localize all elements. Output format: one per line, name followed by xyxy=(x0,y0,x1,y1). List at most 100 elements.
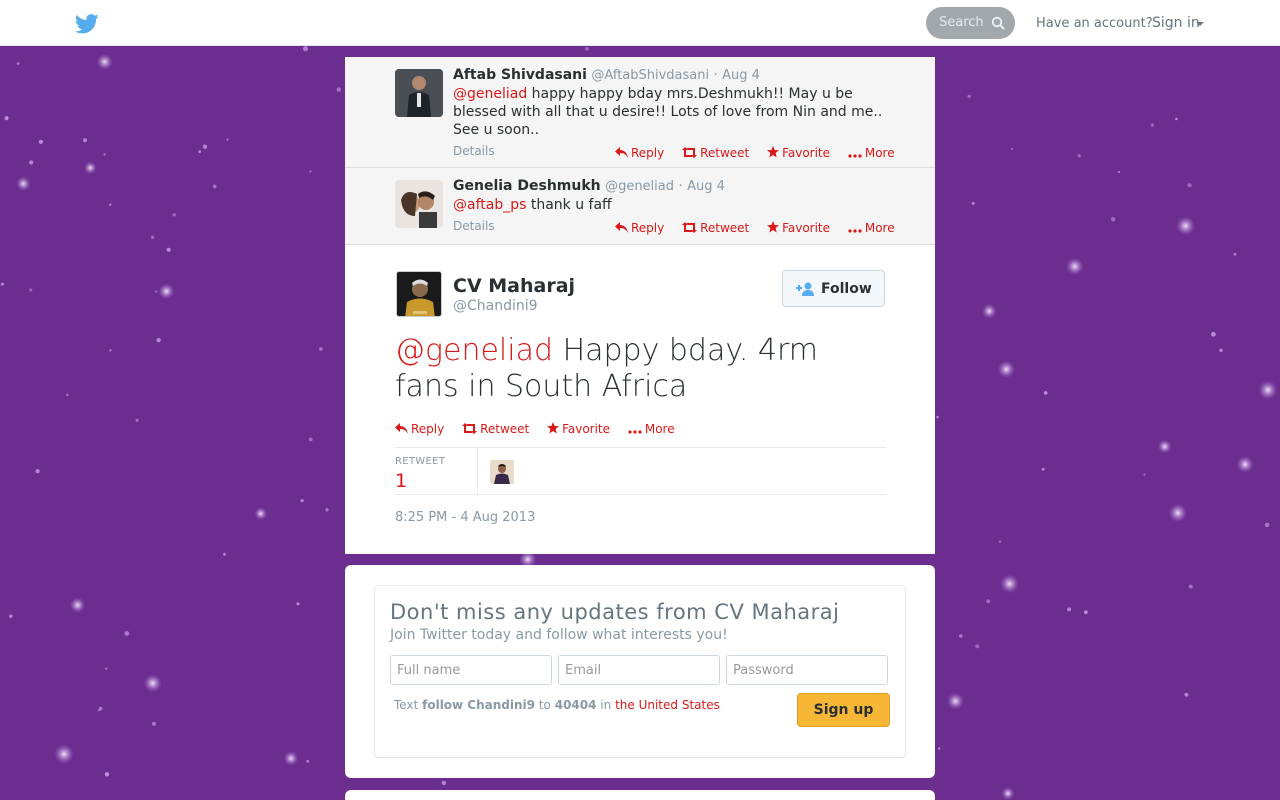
star xyxy=(226,138,229,141)
star xyxy=(1000,574,1019,594)
more-label: More xyxy=(864,146,895,160)
star xyxy=(1001,786,1015,800)
star xyxy=(109,349,112,352)
star xyxy=(104,772,110,777)
avatar[interactable] xyxy=(395,69,443,117)
screenname[interactable]: @geneliad xyxy=(605,179,674,194)
star xyxy=(105,667,108,670)
retweet-button[interactable]: Retweet xyxy=(682,146,749,160)
star xyxy=(997,360,1016,379)
tweet-actions: Reply Retweet Favorite More xyxy=(395,422,689,436)
star xyxy=(1150,123,1154,127)
reply-label: Reply xyxy=(411,422,445,436)
retweet-label: Retweet xyxy=(700,146,750,160)
star xyxy=(303,46,308,52)
follow-button[interactable]: Follow xyxy=(782,270,885,307)
star xyxy=(152,721,156,726)
more-button[interactable]: More xyxy=(848,146,895,160)
star xyxy=(1157,439,1172,454)
sms-follow-hint: Text follow Chandini9 to 40404 in the Un… xyxy=(394,698,720,712)
star xyxy=(936,415,939,419)
tweet-actions: Reply Retweet Favorite More xyxy=(615,221,909,235)
star xyxy=(1236,455,1254,473)
star xyxy=(1258,380,1278,400)
mention-link[interactable]: @geneliad xyxy=(395,333,553,368)
tweet: Genelia Deshmukh @geneliad · Aug 4 @afta… xyxy=(345,168,935,245)
search-icon[interactable] xyxy=(991,16,1005,30)
permalink-tweet: CV Maharaj @Chandini9 Follow @geneliad H… xyxy=(345,245,935,554)
favorite-button[interactable]: Favorite xyxy=(547,422,610,436)
favorite-button[interactable]: Favorite xyxy=(767,221,830,235)
favorite-button[interactable]: Favorite xyxy=(767,146,830,160)
retweet-stat-label: RETWEET xyxy=(395,456,446,467)
star xyxy=(975,644,980,649)
avatar[interactable] xyxy=(395,180,443,228)
reply-button[interactable]: Reply xyxy=(615,221,664,235)
reply-button[interactable]: Reply xyxy=(615,146,664,160)
email-field[interactable] xyxy=(558,655,720,685)
sms-command: follow Chandini9 xyxy=(422,698,536,712)
more-button[interactable]: More xyxy=(848,221,895,235)
star xyxy=(938,747,941,750)
details-link[interactable]: Details xyxy=(453,219,495,233)
screenname[interactable]: @Chandini9 xyxy=(453,298,538,314)
star xyxy=(1067,607,1072,612)
full-name-field[interactable] xyxy=(390,655,552,685)
star xyxy=(300,499,304,503)
retweet-button[interactable]: Retweet xyxy=(682,221,749,235)
star xyxy=(97,709,100,712)
mention-link[interactable]: @geneliad xyxy=(453,86,527,102)
star xyxy=(16,176,31,191)
star xyxy=(986,599,991,604)
star xyxy=(441,780,447,786)
star xyxy=(124,631,130,636)
tweet-time[interactable]: Aug 4 xyxy=(687,179,725,194)
star xyxy=(1084,610,1088,615)
star xyxy=(319,347,323,351)
mention-link[interactable]: @aftab_ps xyxy=(453,197,526,213)
star xyxy=(66,393,69,397)
avatar[interactable] xyxy=(396,271,442,317)
more-label: More xyxy=(864,221,895,235)
fullname[interactable]: Genelia Deshmukh xyxy=(453,178,601,194)
star xyxy=(1066,257,1084,276)
tweet-time[interactable]: Aug 4 xyxy=(722,68,760,83)
details-link[interactable]: Details xyxy=(453,144,495,158)
star xyxy=(1175,117,1178,121)
retweeter-avatar[interactable] xyxy=(490,460,514,484)
tweet-header: Aftab Shivdasani @AftabShivdasani · Aug … xyxy=(453,67,760,83)
fullname[interactable]: Aftab Shivdasani xyxy=(453,67,587,83)
retweet-label: Retweet xyxy=(480,422,530,436)
more-button[interactable]: More xyxy=(628,422,675,436)
more-dots-icon xyxy=(848,154,862,158)
star xyxy=(1176,216,1196,236)
tweet-timestamp[interactable]: 8:25 PM - 4 Aug 2013 xyxy=(395,510,535,525)
twitter-bird-icon[interactable] xyxy=(75,14,99,34)
tweet-text: @aftab_ps thank u faff xyxy=(453,196,893,214)
retweet-button[interactable]: Retweet xyxy=(462,422,529,436)
star xyxy=(959,634,963,638)
star xyxy=(946,692,965,710)
favorite-label: Favorite xyxy=(782,221,831,235)
star xyxy=(336,87,341,92)
password-field[interactable] xyxy=(726,655,888,685)
country-link[interactable]: the United States xyxy=(615,698,720,712)
star xyxy=(4,116,9,121)
fullname[interactable]: CV Maharaj xyxy=(453,275,575,297)
tweet-header: Genelia Deshmukh @geneliad · Aug 4 xyxy=(453,178,725,194)
sms-number: 40404 xyxy=(554,698,597,712)
chevron-down-icon[interactable] xyxy=(1196,22,1204,26)
favorite-label: Favorite xyxy=(562,422,611,436)
sms-to: to xyxy=(538,698,551,712)
retweet-count[interactable]: 1 xyxy=(395,470,407,492)
reply-icon xyxy=(615,222,628,233)
reply-button[interactable]: Reply xyxy=(395,422,444,436)
tweet-text: @geneliad happy happy bday mrs.Deshmukh!… xyxy=(453,85,893,139)
sign-in-link[interactable]: Sign in xyxy=(1152,15,1200,31)
sign-up-button[interactable]: Sign up xyxy=(797,693,890,727)
signup-module: Don't miss any updates from CV Maharaj J… xyxy=(345,565,935,778)
search-box[interactable]: Search xyxy=(926,7,1015,39)
reply-icon xyxy=(395,423,408,434)
screenname[interactable]: @AftabShivdasani xyxy=(591,68,709,83)
favorite-star-icon xyxy=(767,221,780,233)
